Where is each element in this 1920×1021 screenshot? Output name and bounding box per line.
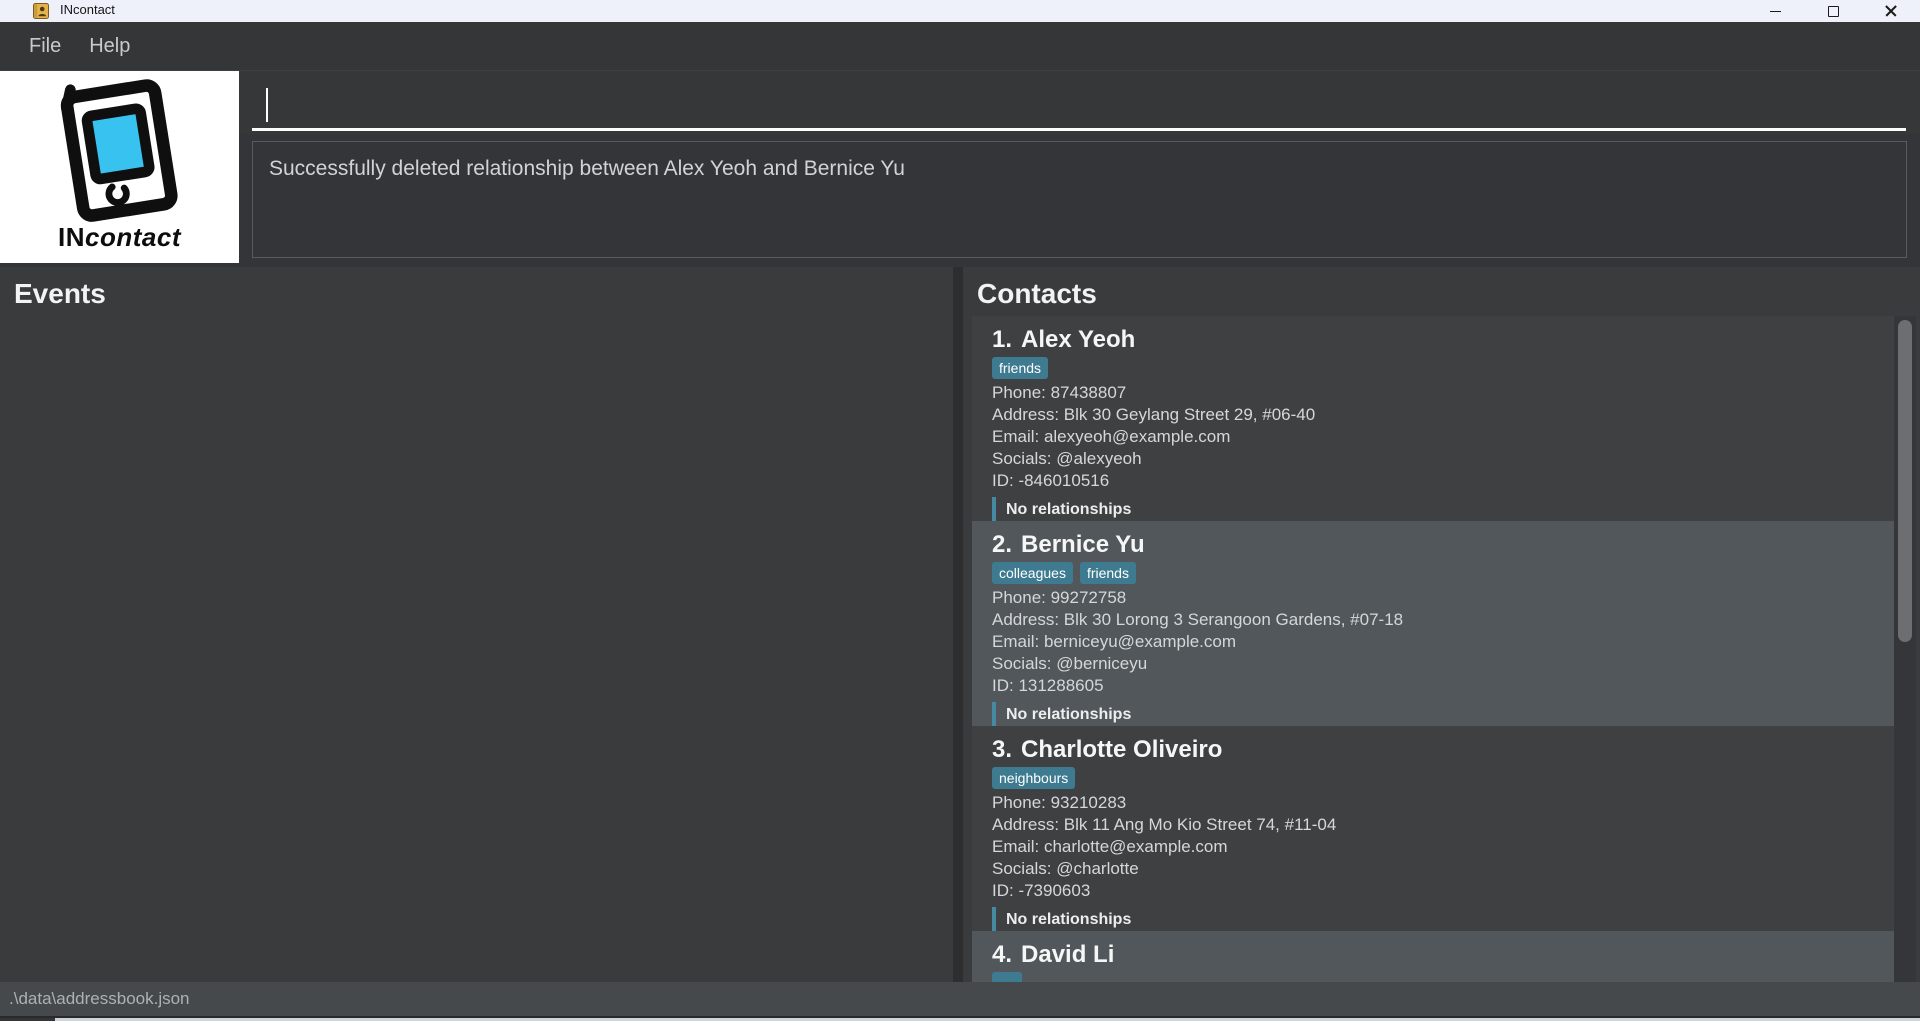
logo-caption-prefix: IN — [58, 222, 86, 252]
contact-name-text: Charlotte Oliveiro — [1021, 736, 1223, 763]
tag: friends — [1079, 562, 1136, 584]
relationships-box: No relationships — [992, 907, 1878, 931]
contact-socials: Socials: @alexyeoh — [992, 449, 1142, 468]
scrollbar-thumb[interactable] — [1898, 320, 1912, 642]
events-panel: Events — [0, 267, 953, 982]
contact-cards: 1. Alex Yeoh friends Phone: 87438807 Addr… — [972, 316, 1894, 982]
status-bar: .\data\addressbook.json — [0, 982, 1920, 1016]
contact-socials: Socials: @berniceyu — [992, 654, 1148, 673]
window-title: INcontact — [60, 2, 115, 17]
contact-phone: Phone: 87438807 — [992, 383, 1127, 402]
close-icon — [1885, 5, 1897, 17]
tag-row: friends — [992, 357, 1878, 379]
text-caret — [266, 88, 268, 122]
contact-id: ID: -846010516 — [992, 471, 1110, 490]
contact-index: 2. — [992, 531, 1013, 558]
contact-name: 4. David Li — [992, 941, 1878, 969]
logo-caption-suffix: contact — [85, 222, 181, 252]
menu-bar: File Help — [0, 22, 1920, 71]
contact-card-charlotte-oliveiro[interactable]: 3. Charlotte Oliveiro neighbours Phone: 9… — [972, 726, 1894, 931]
command-input[interactable] — [252, 77, 1907, 125]
command-pane — [239, 71, 1920, 135]
title-bar: INcontact — [0, 0, 1920, 22]
command-input-underline — [252, 128, 1906, 131]
contact-socials: Socials: @charlotte — [992, 859, 1139, 878]
contacts-scrollbar[interactable] — [1894, 316, 1916, 982]
contact-name-text: Bernice Yu — [1021, 531, 1145, 558]
contact-email: Email: charlotte@example.com — [992, 837, 1228, 856]
contact-card-david-li[interactable]: 4. David Li — [972, 931, 1894, 982]
contact-index: 3. — [992, 736, 1013, 763]
contact-address: Address: Blk 11 Ang Mo Kio Street 74, #1… — [992, 815, 1337, 834]
contact-id: ID: 131288605 — [992, 676, 1104, 695]
menu-file[interactable]: File — [20, 29, 70, 64]
minimize-icon — [1769, 10, 1781, 12]
contact-list: 1. Alex Yeoh friends Phone: 87438807 Addr… — [972, 316, 1916, 982]
tag: colleagues — [992, 562, 1073, 584]
logo-box: INcontact — [0, 71, 239, 263]
contact-index: 1. — [992, 326, 1013, 353]
result-display: Successfully deleted relationship betwee… — [252, 141, 1907, 258]
tag-row: colleagues friends — [992, 562, 1878, 584]
contact-name: 3. Charlotte Oliveiro — [992, 736, 1878, 764]
contact-id: ID: -7390603 — [992, 881, 1091, 900]
app-icon — [33, 3, 49, 19]
contact-name-text: Alex Yeoh — [1021, 326, 1136, 353]
tag-row: neighbours — [992, 767, 1878, 789]
contact-address: Address: Blk 30 Lorong 3 Serangoon Garde… — [992, 610, 1404, 629]
result-message: Successfully deleted relationship betwee… — [269, 157, 905, 180]
contact-address: Address: Blk 30 Geylang Street 29, #06-4… — [992, 405, 1316, 424]
contact-phone: Phone: 93210283 — [992, 793, 1127, 812]
contacts-panel-title: Contacts — [977, 278, 1097, 309]
minimize-button[interactable] — [1752, 0, 1798, 22]
split-pane-divider[interactable] — [953, 267, 963, 982]
maximize-button[interactable] — [1810, 0, 1856, 22]
data-file-path: .\data\addressbook.json — [9, 989, 190, 1008]
contact-card-bernice-yu[interactable]: 2. Bernice Yu colleagues friends Phone: 9… — [972, 521, 1894, 726]
logo-caption: INcontact — [0, 222, 239, 253]
events-panel-title: Events — [14, 278, 106, 309]
relationships-box: No relationships — [992, 497, 1878, 521]
contact-name: 2. Bernice Yu — [992, 531, 1878, 559]
maximize-icon — [1827, 5, 1839, 17]
contact-index: 4. — [992, 941, 1013, 968]
contact-name-text: David Li — [1021, 941, 1115, 968]
app-window: INcontact File Help INcontact Successful… — [0, 0, 1920, 1021]
contact-phone: Phone: 99272758 — [992, 588, 1127, 607]
contact-email: Email: alexyeoh@example.com — [992, 427, 1231, 446]
menu-help[interactable]: Help — [80, 29, 139, 64]
close-button[interactable] — [1868, 0, 1914, 22]
contact-name: 1. Alex Yeoh — [992, 326, 1878, 354]
tag: neighbours — [992, 767, 1076, 789]
tag: friends — [992, 357, 1049, 379]
tag — [992, 972, 1022, 982]
contact-email: Email: berniceyu@example.com — [992, 632, 1237, 651]
contact-card-alex-yeoh[interactable]: 1. Alex Yeoh friends Phone: 87438807 Addr… — [972, 316, 1894, 521]
relationships-box: No relationships — [992, 702, 1878, 726]
incontact-logo-icon — [60, 79, 178, 222]
contacts-panel: Contacts 1. Alex Yeoh friends Phone: 8743… — [963, 267, 1920, 982]
tag-row — [992, 972, 1878, 982]
